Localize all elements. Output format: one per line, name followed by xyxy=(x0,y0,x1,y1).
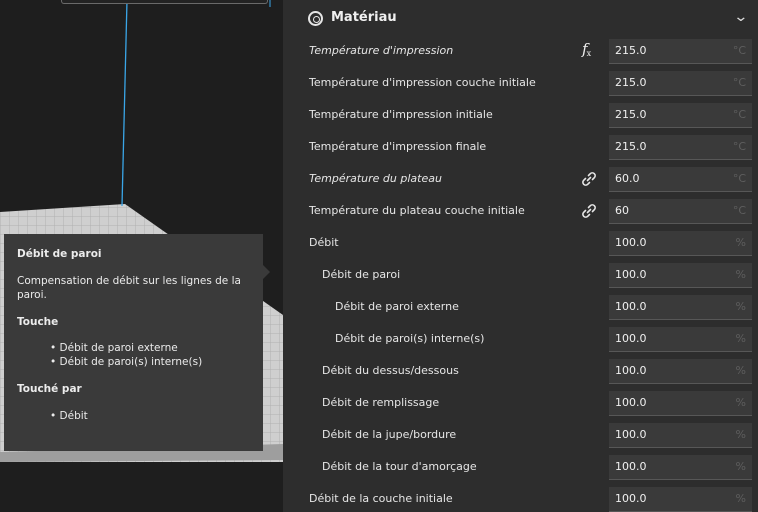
setting-label: Température du plateau couche initiale xyxy=(309,204,525,217)
setting-label: Débit de la tour d'amorçage xyxy=(322,460,477,473)
setting-label: Débit de paroi(s) interne(s) xyxy=(335,332,485,345)
setting-value-input[interactable]: 215.0 °C xyxy=(609,135,752,160)
setting-row: Débit 100.0% xyxy=(283,229,758,257)
setting-value-input[interactable]: 100.0% xyxy=(609,391,752,416)
setting-value-input[interactable]: 100.0% xyxy=(609,231,752,256)
setting-value-input[interactable]: 100.0% xyxy=(609,423,752,448)
setting-value-input[interactable]: 100.0% xyxy=(609,263,752,288)
setting-value-input[interactable]: 100.0% xyxy=(609,295,752,320)
tooltip-affects-heading: Touche xyxy=(17,316,59,328)
setting-unit: % xyxy=(735,268,746,281)
setting-value-input[interactable]: 100.0% xyxy=(609,487,752,512)
setting-unit: °C xyxy=(732,108,746,121)
setting-value: 215.0 xyxy=(615,44,647,57)
function-fx-icon[interactable]: fx xyxy=(582,40,592,58)
print-settings-panel: Matériau ⌄ Température d'impression fx 215… xyxy=(283,0,758,512)
setting-row: Température du plateau 60.0 °C xyxy=(283,165,758,193)
tooltip-affects-list: Débit de paroi externe Débit de paroi(s)… xyxy=(50,341,250,369)
setting-label: Température du plateau xyxy=(309,172,442,185)
setting-unit: % xyxy=(735,428,746,441)
setting-unit: % xyxy=(735,364,746,377)
link-icon[interactable] xyxy=(580,202,598,220)
setting-value-input[interactable]: 100.0% xyxy=(609,359,752,384)
setting-label: Température d'impression initiale xyxy=(309,108,493,121)
material-spool-icon xyxy=(308,11,323,26)
setting-value: 60 xyxy=(615,204,629,217)
setting-value: 100.0 xyxy=(615,396,647,409)
setting-row: Température du plateau couche initiale 60… xyxy=(283,197,758,225)
setting-row: Température d'impression couche initiale… xyxy=(283,69,758,97)
setting-label: Débit de paroi externe xyxy=(335,300,459,313)
setting-unit: °C xyxy=(732,204,746,217)
setting-value: 100.0 xyxy=(615,332,647,345)
setting-row: Température d'impression initiale 215.0 °C xyxy=(283,101,758,129)
setting-value-input[interactable]: 100.0% xyxy=(609,455,752,480)
setting-value: 60.0 xyxy=(615,172,640,185)
setting-value: 100.0 xyxy=(615,236,647,249)
setting-label: Débit de remplissage xyxy=(322,396,440,409)
setting-value-input[interactable]: 60.0 °C xyxy=(609,167,752,192)
section-title: Matériau xyxy=(331,10,397,25)
setting-label: Débit de la jupe/bordure xyxy=(322,428,457,441)
material-section-header[interactable]: Matériau ⌄ xyxy=(283,4,758,34)
setting-value: 100.0 xyxy=(615,428,647,441)
tooltip-affected-by-item: Débit xyxy=(50,409,250,423)
setting-value-input[interactable]: 215.0 °C xyxy=(609,71,752,96)
setting-row: Débit du dessus/dessous 100.0% xyxy=(283,357,758,385)
setting-value: 215.0 xyxy=(615,76,647,89)
tooltip-affects-item: Débit de paroi(s) interne(s) xyxy=(50,355,250,369)
setting-row: Température d'impression finale 215.0 °C xyxy=(283,133,758,161)
setting-value: 215.0 xyxy=(615,108,647,121)
setting-value-input[interactable]: 215.0 °C xyxy=(609,103,752,128)
setting-row: Débit de paroi externe 100.0% xyxy=(283,293,758,321)
setting-value-input[interactable]: 100.0% xyxy=(609,327,752,352)
setting-value: 100.0 xyxy=(615,268,647,281)
setting-value: 100.0 xyxy=(615,364,647,377)
setting-unit: % xyxy=(735,236,746,249)
setting-unit: % xyxy=(735,492,746,505)
link-icon[interactable] xyxy=(580,170,598,188)
tooltip-affects-item: Débit de paroi externe xyxy=(50,341,250,355)
tooltip-description: Compensation de débit sur les lignes de … xyxy=(17,275,241,301)
tooltip-affected-by-heading: Touché par xyxy=(17,383,82,395)
setting-unit: % xyxy=(735,300,746,313)
setting-label: Débit de paroi xyxy=(322,268,401,281)
setting-unit: % xyxy=(735,460,746,473)
setting-unit: % xyxy=(735,396,746,409)
setting-label: Débit xyxy=(309,236,339,249)
setting-row: Débit de remplissage 100.0% xyxy=(283,389,758,417)
setting-unit: °C xyxy=(732,76,746,89)
tooltip-title: Débit de paroi xyxy=(17,248,102,260)
viewport-toolbar-edge xyxy=(61,0,268,4)
setting-row: Température d'impression fx 215.0 °C xyxy=(283,37,758,65)
setting-value-input[interactable]: 60 °C xyxy=(609,199,752,224)
setting-row: Débit de la couche initiale 100.0% xyxy=(283,485,758,512)
setting-label: Température d'impression finale xyxy=(309,140,487,153)
setting-unit: °C xyxy=(732,44,746,57)
setting-value: 215.0 xyxy=(615,140,647,153)
setting-row: Débit de paroi(s) interne(s) 100.0% xyxy=(283,325,758,353)
setting-unit: °C xyxy=(732,172,746,185)
setting-value: 100.0 xyxy=(615,300,647,313)
setting-label: Température d'impression xyxy=(309,44,454,57)
setting-unit: % xyxy=(735,332,746,345)
setting-row: Débit de la tour d'amorçage 100.0% xyxy=(283,453,758,481)
setting-tooltip: Débit de paroi Compensation de débit sur… xyxy=(4,234,270,451)
setting-label: Température d'impression couche initiale xyxy=(309,76,536,89)
setting-value: 100.0 xyxy=(615,492,647,505)
setting-unit: °C xyxy=(732,140,746,153)
setting-value-input[interactable]: 215.0 °C xyxy=(609,39,752,64)
build-volume-edge xyxy=(121,0,128,207)
setting-value: 100.0 xyxy=(615,460,647,473)
3d-viewport[interactable]: Débit de paroi Compensation de débit sur… xyxy=(0,0,283,512)
tooltip-affected-by-list: Débit xyxy=(50,409,250,423)
chevron-down-icon[interactable]: ⌄ xyxy=(733,9,748,25)
setting-row: Débit de la jupe/bordure 100.0% xyxy=(283,421,758,449)
setting-row: Débit de paroi 100.0% xyxy=(283,261,758,289)
setting-label: Débit du dessus/dessous xyxy=(322,364,459,377)
setting-label: Débit de la couche initiale xyxy=(309,492,453,505)
